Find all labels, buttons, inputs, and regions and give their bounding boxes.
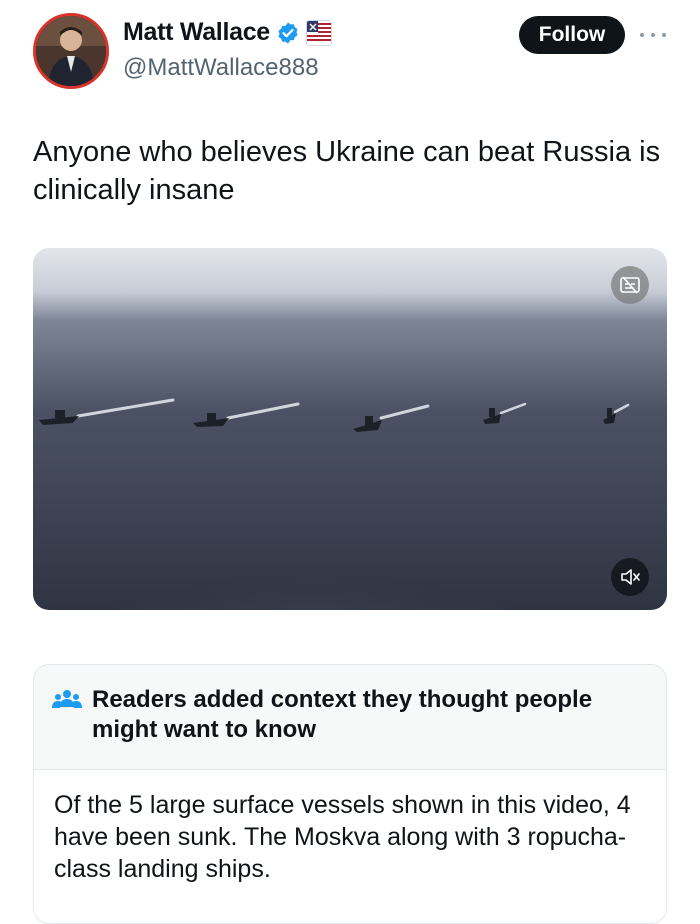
community-note-header: Readers added context they thought peopl… [34, 665, 666, 770]
verified-badge-icon [278, 22, 298, 43]
tweet-video[interactable] [33, 248, 667, 610]
avatar[interactable] [33, 13, 109, 89]
tweet-text: Anyone who believes Ukraine can beat Rus… [33, 136, 661, 206]
dot [640, 33, 644, 37]
dot [662, 33, 666, 37]
community-note[interactable]: Readers added context they thought peopl… [33, 664, 667, 924]
author-display-name[interactable]: Matt Wallace [123, 18, 270, 47]
dot [651, 33, 655, 37]
affiliate-flag-icon[interactable] [305, 19, 332, 46]
author-handle[interactable]: @MattWallace888 [123, 54, 319, 82]
author-name-row[interactable]: Matt Wallace [123, 18, 332, 47]
community-note-title: Readers added context they thought peopl… [92, 686, 593, 743]
follow-button[interactable]: Follow [519, 16, 625, 54]
video-frame [33, 248, 667, 610]
captions-icon[interactable] [611, 266, 649, 304]
people-icon [52, 690, 82, 708]
community-note-body: Of the 5 large surface vessels shown in … [54, 791, 631, 883]
muted-speaker-icon[interactable] [611, 558, 649, 596]
more-options-icon[interactable] [640, 24, 666, 46]
